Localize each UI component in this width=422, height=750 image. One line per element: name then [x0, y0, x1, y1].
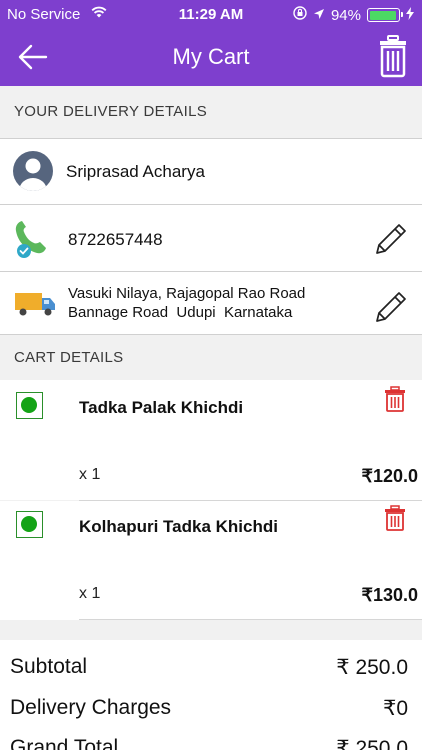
status-bar: No Service 11:29 AM 94%: [0, 0, 422, 28]
item-price: ₹120.0: [361, 466, 419, 486]
subtotal-label: Subtotal: [10, 655, 88, 678]
nav-bar: My Cart: [0, 28, 422, 86]
orientation-lock-icon: [293, 6, 307, 24]
veg-dot: [21, 397, 37, 413]
battery-icon: [367, 8, 403, 22]
phone-icon: [13, 217, 53, 266]
app-header: No Service 11:29 AM 94% My Cart: [0, 0, 422, 86]
screen: No Service 11:29 AM 94% My Cart YOUR DEL…: [0, 0, 422, 750]
clear-cart-button[interactable]: [378, 34, 408, 78]
trash-icon: [385, 386, 405, 412]
edit-address-button[interactable]: [374, 290, 408, 324]
status-right: 94%: [293, 6, 414, 24]
delivery-truck-icon: [14, 290, 56, 323]
item-divider: [79, 619, 422, 620]
battery-fill: [369, 10, 396, 20]
cart-item: Tadka Palak Khichdi x 1 ₹120.0: [0, 380, 422, 500]
address-line-2: Bannage Road Udupi Karnataka: [68, 304, 293, 321]
page-title: My Cart: [172, 44, 250, 69]
name-row: Sriprasad Acharya: [0, 138, 422, 205]
item-name: Kolhapuri Tadka Khichdi: [79, 517, 278, 536]
battery-percent: 94%: [330, 6, 361, 24]
remove-item-button[interactable]: [384, 505, 406, 531]
delivery-charges-label: Delivery Charges: [10, 696, 172, 719]
trash-icon: [385, 505, 405, 531]
grand-total-label: Grand Total: [10, 736, 119, 750]
cart-section-heading: CART DETAILS: [0, 336, 422, 380]
delivery-section-heading: YOUR DELIVERY DETAILS: [0, 86, 422, 138]
delivery-charges-value: ₹0: [382, 697, 408, 720]
pencil-icon: [376, 224, 406, 254]
pencil-icon: [376, 292, 406, 322]
item-quantity: x 1: [79, 466, 101, 483]
veg-dot: [21, 516, 37, 532]
location-icon: [313, 7, 325, 24]
avatar: [13, 151, 53, 191]
grand-total-value: ₹ 250.0: [336, 737, 408, 750]
veg-indicator-icon: [16, 392, 43, 419]
charging-icon: [406, 6, 414, 24]
cart-item: Kolhapuri Tadka Khichdi x 1 ₹130.0: [0, 501, 422, 620]
subtotal-value: ₹ 250.0: [336, 656, 408, 679]
remove-item-button[interactable]: [384, 386, 406, 412]
address-line-1: Vasuki Nilaya, Rajagopal Rao Road: [68, 285, 306, 302]
item-quantity: x 1: [79, 585, 101, 602]
phone-row: 8722657448: [0, 205, 422, 272]
phone-number: 8722657448: [68, 230, 163, 249]
customer-name: Sriprasad Acharya: [66, 162, 205, 181]
veg-indicator-icon: [16, 511, 43, 538]
totals-panel: Subtotal ₹ 250.0 Delivery Charges ₹0 Gra…: [0, 640, 422, 750]
item-name: Tadka Palak Khichdi: [79, 398, 244, 417]
item-price: ₹130.0: [361, 585, 419, 605]
edit-phone-button[interactable]: [374, 222, 408, 256]
address-row: Vasuki Nilaya, Rajagopal Rao Road Bannag…: [0, 272, 422, 335]
trash-icon: [380, 35, 406, 78]
